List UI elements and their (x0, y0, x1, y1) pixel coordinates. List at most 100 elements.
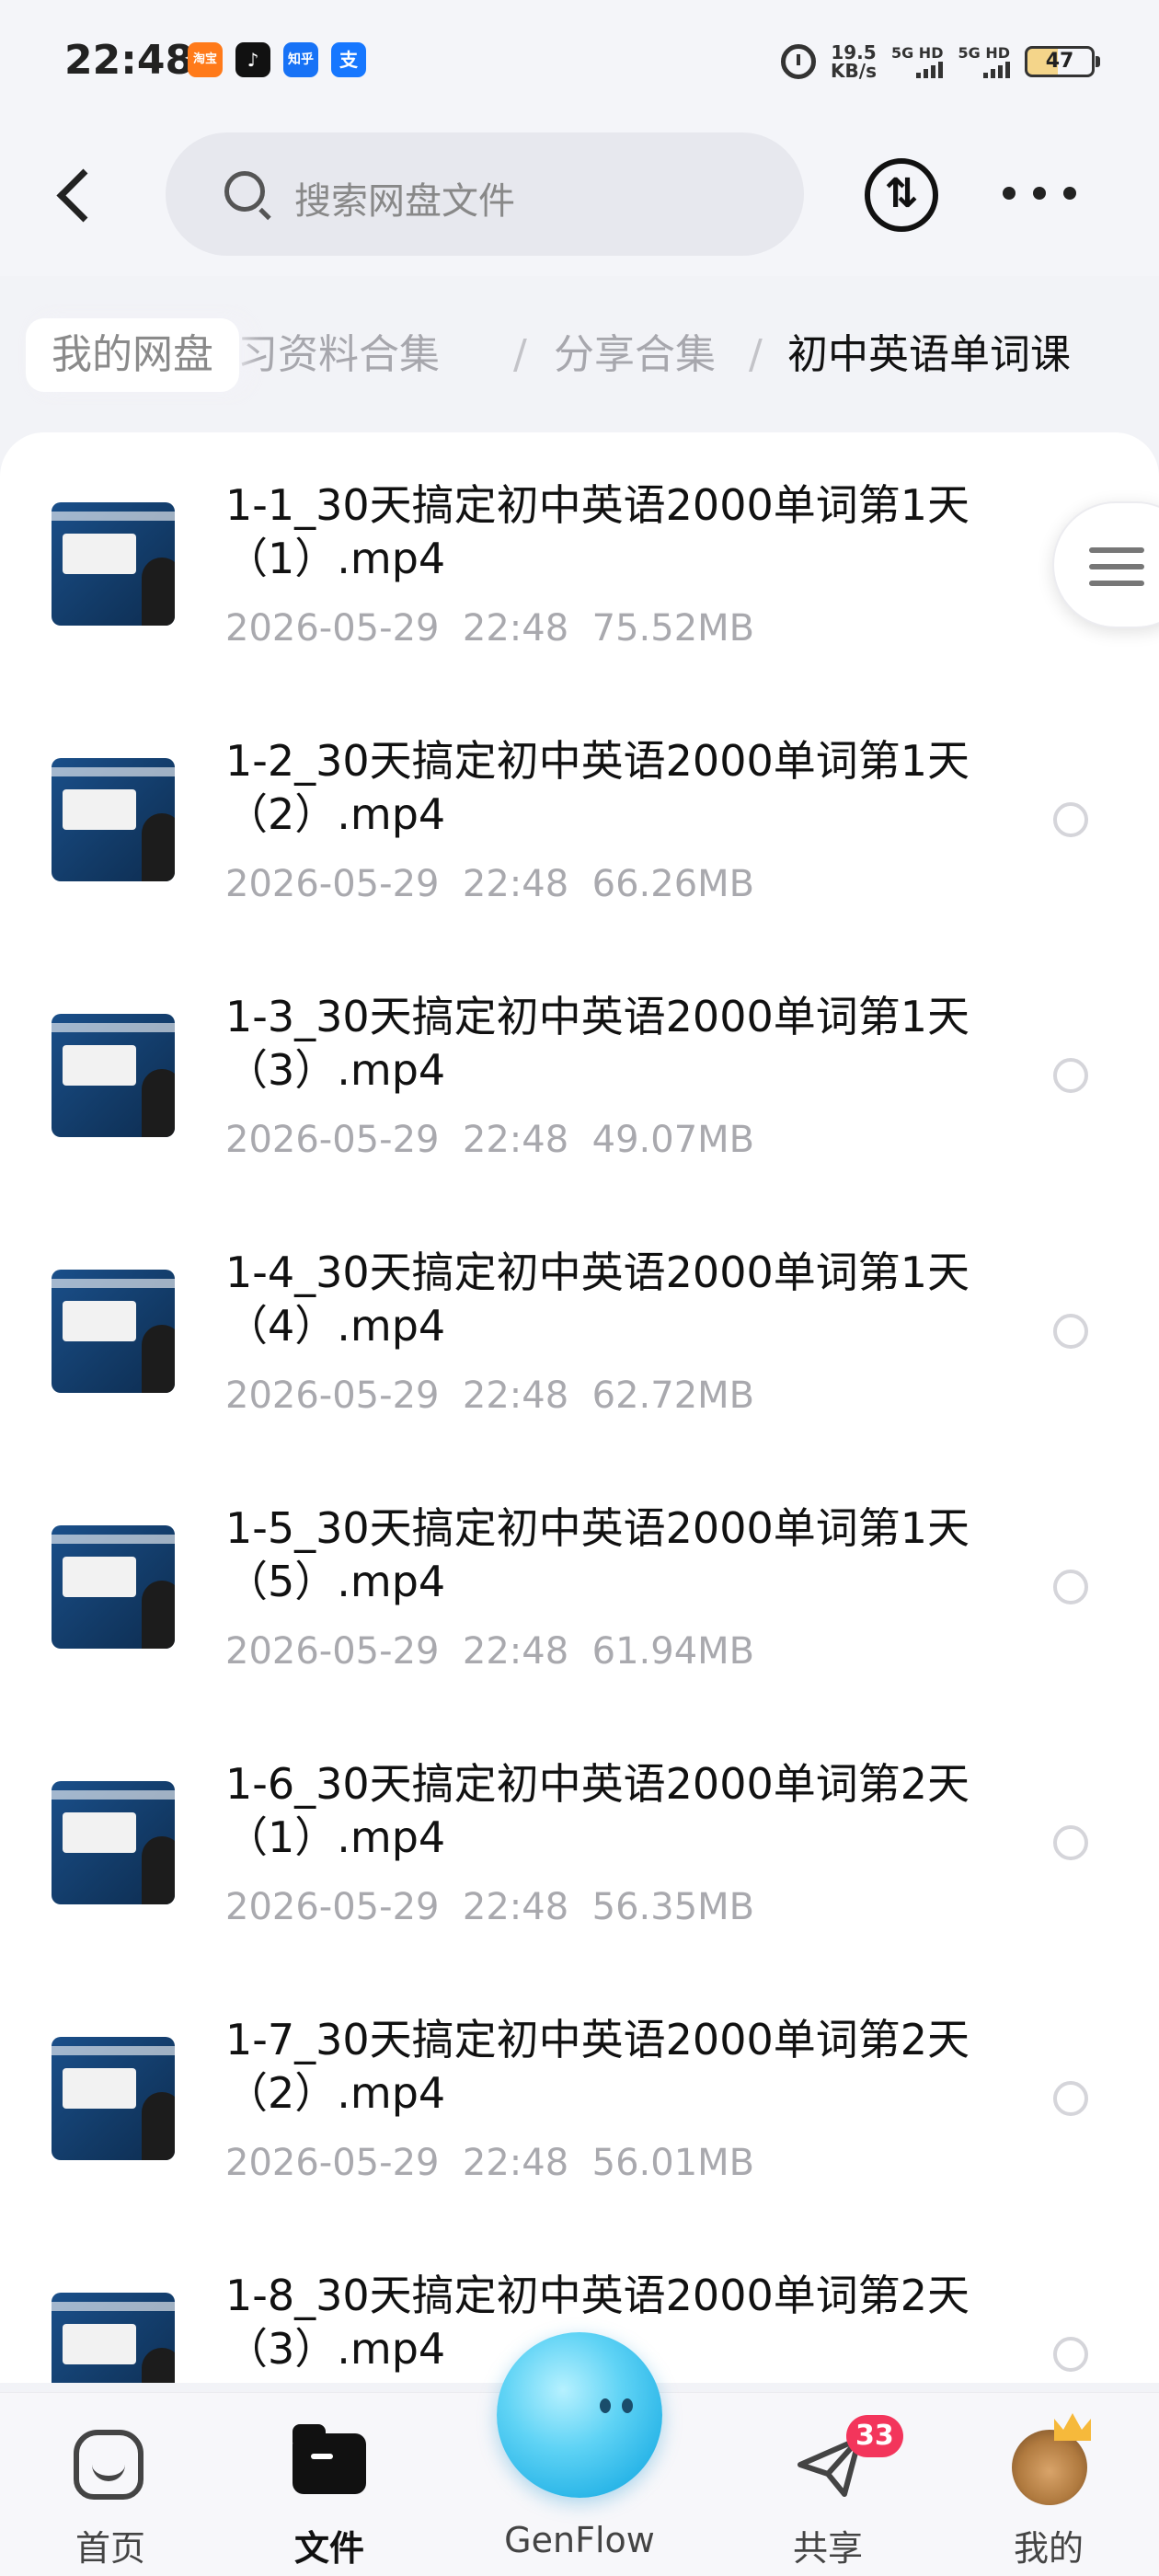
file-meta: 2026-05-29 22:48 66.26MB (225, 863, 754, 905)
breadcrumb-separator: / (749, 331, 763, 378)
select-checkbox[interactable] (1053, 2337, 1088, 2372)
alarm-icon (781, 44, 817, 79)
search-icon (224, 171, 265, 212)
select-checkbox[interactable] (1053, 802, 1088, 837)
more-options-button[interactable] (1003, 175, 1076, 212)
nav-mine-label: 我的 (1013, 2528, 1084, 2569)
zhihu-icon: 知乎 (283, 42, 318, 77)
nav-share-label: 共享 (792, 2528, 863, 2569)
avatar (1012, 2430, 1087, 2505)
video-thumbnail (52, 2293, 175, 2383)
network-speed-unit: KB/s (831, 60, 877, 82)
file-size: 75.52MB (591, 607, 755, 650)
file-size: 49.07MB (591, 1119, 755, 1161)
file-time: 22:48 (462, 1886, 569, 1928)
breadcrumb: 我的网盘 学习资料合集 / 分享合集 / 初中英语单词课 (0, 304, 1159, 405)
file-date: 2026-05-29 (225, 863, 440, 905)
alipay-icon: 支 (331, 42, 366, 77)
video-thumbnail (52, 1525, 175, 1649)
status-indicators: 19.5 KB/s 5G HD 5G HD 47 (781, 39, 1100, 85)
nav-mine[interactable]: 我的 (975, 2413, 1122, 2569)
file-name: 1-6_30天搞定初中英语2000单词第2天（1）.mp4 (225, 1759, 970, 1862)
file-name: 1-2_30天搞定初中英语2000单词第1天（2）.mp4 (225, 736, 970, 839)
file-size: 56.01MB (591, 2142, 755, 2184)
tiktok-icon: ♪ (235, 42, 270, 77)
transfer-list-button[interactable] (865, 158, 938, 232)
breadcrumb-current: 初中英语单词课 (787, 331, 1071, 378)
file-name: 1-7_30天搞定初中英语2000单词第2天（2）.mp4 (225, 2015, 970, 2118)
signal-bars-icon (983, 62, 1010, 78)
signal-1: 5G HD (891, 45, 944, 78)
nav-home-label: 首页 (75, 2528, 145, 2569)
video-thumbnail (52, 1270, 175, 1393)
nav-files-label: 文件 (293, 2528, 364, 2569)
select-checkbox[interactable] (1053, 2081, 1088, 2116)
file-meta: 2026-05-29 22:48 75.52MB (225, 607, 754, 650)
search-input[interactable]: 搜索网盘文件 (166, 132, 804, 256)
file-date: 2026-05-29 (225, 607, 440, 650)
file-meta: 2026-05-29 22:48 56.01MB (225, 2142, 754, 2184)
signal-bars-icon (916, 62, 944, 78)
file-time: 22:48 (462, 1630, 569, 1673)
file-row[interactable]: 1-5_30天搞定初中英语2000单词第1天（5）.mp4 2026-05-29… (0, 1501, 1159, 1757)
signal-1-label: 5G HD (890, 44, 944, 62)
video-thumbnail (52, 2037, 175, 2160)
file-name: 1-3_30天搞定初中英语2000单词第1天（3）.mp4 (225, 992, 970, 1095)
status-time: 22:48 (64, 37, 194, 84)
nav-genflow-label: GenFlow (504, 2520, 655, 2560)
file-time: 22:48 (462, 1374, 569, 1417)
file-time: 22:48 (462, 607, 569, 650)
signal-2: 5G HD (958, 45, 1010, 78)
video-thumbnail (52, 1781, 175, 1904)
crown-icon (1054, 2413, 1091, 2441)
file-name: 1-4_30天搞定初中英语2000单词第1天（4）.mp4 (225, 1248, 970, 1351)
status-bar: 22:48 淘宝 ♪ 知乎 支 19.5 KB/s 5G HD 5G HD 47 (0, 0, 1159, 120)
file-row[interactable]: 1-1_30天搞定初中英语2000单词第1天（1）.mp4 2026-05-29… (0, 478, 1159, 734)
file-name: 1-5_30天搞定初中英语2000单词第1天（5）.mp4 (225, 1503, 970, 1606)
breadcrumb-item[interactable]: 分享合集 (554, 328, 716, 383)
file-date: 2026-05-29 (225, 1630, 440, 1673)
file-date: 2026-05-29 (225, 2142, 440, 2184)
file-date: 2026-05-29 (225, 1886, 440, 1928)
network-speed-value: 19.5 (831, 41, 877, 63)
video-thumbnail (52, 1014, 175, 1137)
battery-indicator: 47 (1025, 46, 1100, 77)
file-row[interactable]: 1-2_30天搞定初中英语2000单词第1天（2）.mp4 2026-05-29… (0, 734, 1159, 990)
file-size: 56.35MB (591, 1886, 755, 1928)
taobao-icon: 淘宝 (188, 42, 223, 77)
nav-files[interactable]: 文件 (256, 2421, 403, 2569)
file-row[interactable]: 1-3_30天搞定初中英语2000单词第1天（3）.mp4 2026-05-29… (0, 990, 1159, 1246)
file-time: 22:48 (462, 863, 569, 905)
video-thumbnail (52, 758, 175, 881)
breadcrumb-separator: / (513, 331, 527, 378)
video-thumbnail (52, 502, 175, 626)
file-row[interactable]: 1-7_30天搞定初中英语2000单词第2天（2）.mp4 2026-05-29… (0, 2013, 1159, 2269)
file-time: 22:48 (462, 1119, 569, 1161)
select-checkbox[interactable] (1053, 1314, 1088, 1349)
file-meta: 2026-05-29 22:48 61.94MB (225, 1630, 754, 1673)
file-time: 22:48 (462, 2142, 569, 2184)
back-button[interactable] (46, 156, 101, 230)
genflow-mascot-icon[interactable] (497, 2332, 662, 2498)
breadcrumb-home[interactable]: 我的网盘 (26, 318, 239, 392)
file-list: 1-1_30天搞定初中英语2000单词第1天（1）.mp4 2026-05-29… (0, 432, 1159, 2383)
home-icon (74, 2430, 143, 2500)
file-row[interactable]: 1-6_30天搞定初中英语2000单词第2天（1）.mp4 2026-05-29… (0, 1757, 1159, 2013)
nav-home[interactable]: 首页 (37, 2421, 184, 2569)
file-row[interactable]: 1-4_30天搞定初中英语2000单词第1天（4）.mp4 2026-05-29… (0, 1246, 1159, 1501)
select-checkbox[interactable] (1053, 1570, 1088, 1604)
file-date: 2026-05-29 (225, 1119, 440, 1161)
folder-icon (293, 2424, 366, 2494)
file-meta: 2026-05-29 22:48 62.72MB (225, 1374, 754, 1417)
signal-2-label: 5G HD (958, 44, 1010, 62)
select-checkbox[interactable] (1053, 1058, 1088, 1093)
select-checkbox[interactable] (1053, 1825, 1088, 1860)
search-placeholder: 搜索网盘文件 (294, 180, 515, 223)
top-bar: 搜索网盘文件 (0, 120, 1159, 276)
file-name: 1-1_30天搞定初中英语2000单词第1天（1）.mp4 (225, 480, 970, 583)
share-badge: 33 (846, 2415, 903, 2457)
file-meta: 2026-05-29 22:48 56.35MB (225, 1886, 754, 1928)
file-meta: 2026-05-29 22:48 49.07MB (225, 1119, 754, 1161)
file-size: 66.26MB (591, 863, 755, 905)
nav-share[interactable]: 33 共享 (754, 2415, 903, 2569)
